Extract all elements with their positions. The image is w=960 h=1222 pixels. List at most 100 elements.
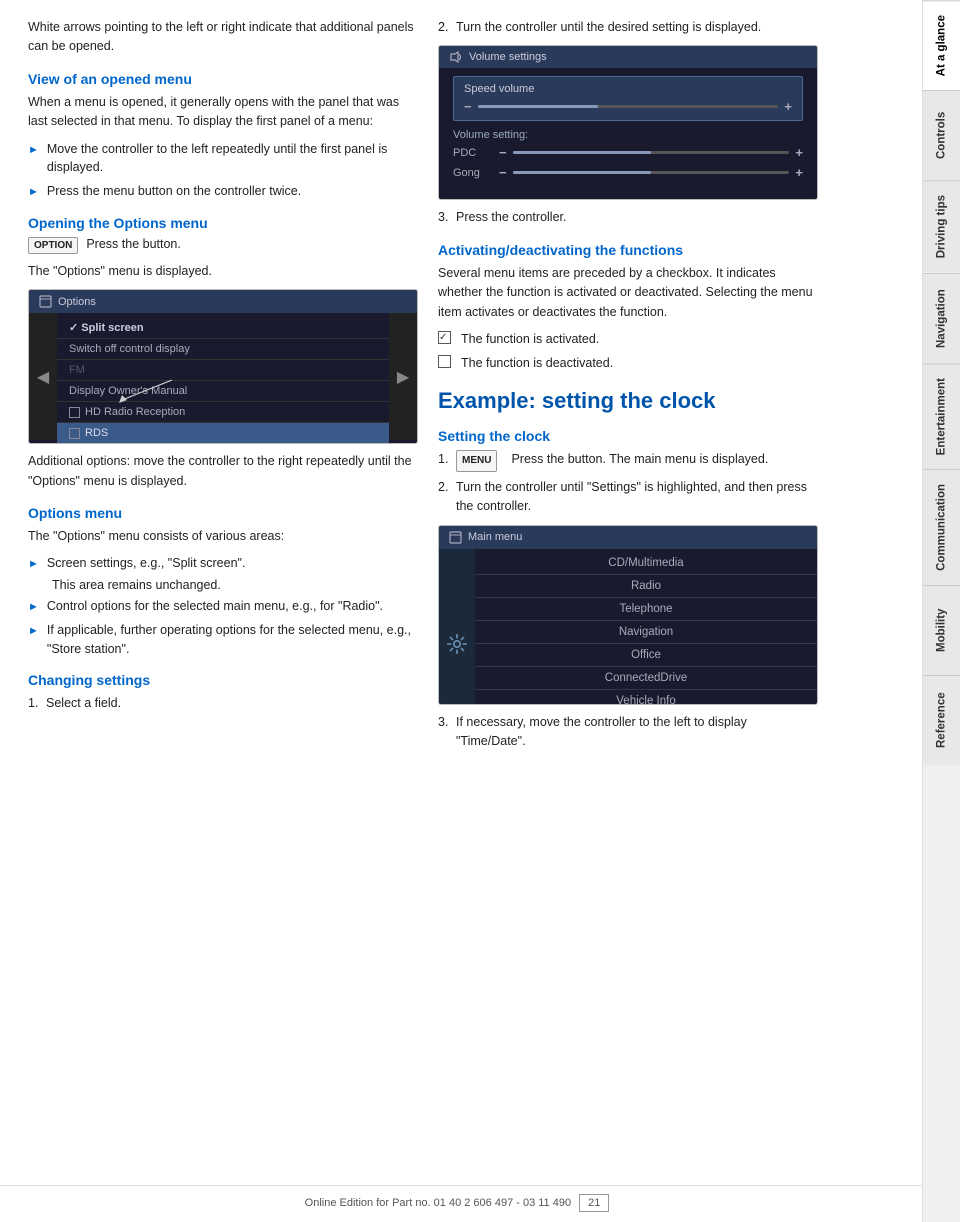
options-heading: Opening the Options menu xyxy=(28,215,418,231)
volume-setting-label: Volume setting: xyxy=(453,129,803,141)
options-menu-intro: The "Options" menu consists of various a… xyxy=(28,527,418,546)
options-title-text: Options xyxy=(58,296,96,308)
speed-volume-label: Speed volume xyxy=(464,83,792,95)
sidebar-tab-reference[interactable]: Reference xyxy=(923,675,960,765)
options-left-nav: ◀ xyxy=(29,313,57,440)
setting-heading: Setting the clock xyxy=(438,428,818,444)
sidebar-tab-mobility[interactable]: Mobility xyxy=(923,585,960,675)
footer-text: Online Edition for Part no. 01 40 2 606 … xyxy=(305,1197,571,1209)
options-bullet-1: ► Screen settings, e.g., "Split screen". xyxy=(28,554,418,573)
menu-item-cd: CD/Multimedia xyxy=(475,552,817,575)
menu-item-navigation: Navigation xyxy=(475,621,817,644)
setting-step3: 3. If necessary, move the controller to … xyxy=(438,713,818,752)
main-menu-title-bar: Main menu xyxy=(439,526,817,549)
main-menu-title-icon xyxy=(449,531,462,544)
example-heading: Example: setting the clock xyxy=(438,388,818,414)
volume-screen-image: Volume settings Speed volume − + Volu xyxy=(438,45,818,200)
left-column: White arrows pointing to the left or rig… xyxy=(28,18,418,1182)
options-item-hd: HD Radio Reception xyxy=(57,402,389,423)
pdc-track xyxy=(513,151,790,154)
slider-plus-icon: + xyxy=(784,99,792,114)
view-heading: View of an opened menu xyxy=(28,71,418,87)
main-menu-screen-image: Main menu CD/Multimedia Radio Telephone … xyxy=(438,525,818,705)
options-additional-text: Additional options: move the controller … xyxy=(28,452,418,491)
main-menu-title-text: Main menu xyxy=(468,531,522,543)
speed-volume-track xyxy=(478,105,779,108)
options-item-switch: Switch off control display xyxy=(57,339,389,360)
options-right-nav: ▶ xyxy=(389,313,417,440)
options-item-fm: FM xyxy=(57,360,389,381)
gong-label: Gong xyxy=(453,167,493,179)
speed-volume-section: Speed volume − + xyxy=(453,76,803,121)
bullet-arrow-icon: ► xyxy=(28,556,39,573)
rds-checkbox xyxy=(69,428,80,439)
right-column: 2. Turn the controller until the desired… xyxy=(438,18,818,1182)
sidebar-tab-driving-tips[interactable]: Driving tips xyxy=(923,180,960,272)
view-text: When a menu is opened, it generally open… xyxy=(28,93,418,132)
bullet-arrow-icon: ► xyxy=(28,184,39,201)
options-item-split: ✓ Split screen xyxy=(57,317,389,339)
options-item-rds: RDS xyxy=(57,423,389,444)
options-title-icon xyxy=(39,295,52,308)
bullet-arrow-icon: ► xyxy=(28,142,39,159)
gong-fill xyxy=(513,171,651,174)
activating-heading: Activating/deactivating the functions xyxy=(438,242,818,258)
gong-track xyxy=(513,171,790,174)
menu-item-connecteddrive: ConnectedDrive xyxy=(475,667,817,690)
options-bullet-3: ► If applicable, further operating optio… xyxy=(28,621,418,659)
changing-heading: Changing settings xyxy=(28,672,418,688)
page-number: 21 xyxy=(579,1194,609,1212)
sidebar-tab-entertainment[interactable]: Entertainment xyxy=(923,363,960,469)
sidebar: At a glance Controls Driving tips Naviga… xyxy=(922,0,960,1222)
setting-step2: 2. Turn the controller until "Settings" … xyxy=(438,478,818,517)
main-menu-content: CD/Multimedia Radio Telephone Navigation… xyxy=(439,549,817,705)
menu-item-vehicle-info: Vehicle Info xyxy=(475,690,817,705)
activating-text: Several menu items are preceded by a che… xyxy=(438,264,818,322)
bullet-arrow-icon: ► xyxy=(28,599,39,616)
main-menu-items-list: CD/Multimedia Radio Telephone Navigation… xyxy=(475,549,817,705)
options-sub-bullet: This area remains unchanged. xyxy=(28,578,418,592)
gong-plus: + xyxy=(795,165,803,180)
main-menu-left-nav xyxy=(439,549,475,705)
slider-minus-icon: − xyxy=(464,99,472,114)
view-bullet-1: ► Move the controller to the left repeat… xyxy=(28,140,418,178)
intro-text: White arrows pointing to the left or rig… xyxy=(28,18,418,57)
menu-button[interactable]: MENU xyxy=(456,450,497,472)
deactivated-row: The function is deactivated. xyxy=(438,354,818,373)
gong-minus: − xyxy=(499,165,507,180)
menu-item-office: Office xyxy=(475,644,817,667)
setting-step1: 1. MENU Press the button. The main menu … xyxy=(438,450,818,472)
options-screen-image: Options ◀ ✓ Split screen Switch off cont… xyxy=(28,289,418,444)
volume-title-text: Volume settings xyxy=(469,51,547,63)
view-bullet-2: ► Press the menu button on the controlle… xyxy=(28,182,418,201)
right-step2: 2. Turn the controller until the desired… xyxy=(438,18,818,37)
options-item-display: Display Owner's Manual xyxy=(57,381,389,402)
volume-content: Speed volume − + Volume setting: PDC − xyxy=(439,68,817,193)
volume-title-bar: Volume settings xyxy=(439,46,817,68)
menu-item-radio: Radio xyxy=(475,575,817,598)
gong-setting-row: Gong − + xyxy=(453,165,803,180)
sidebar-tab-communication[interactable]: Communication xyxy=(923,469,960,585)
hd-radio-checkbox xyxy=(69,407,80,418)
option-button[interactable]: OPTION xyxy=(28,237,78,254)
sidebar-tab-controls[interactable]: Controls xyxy=(923,90,960,180)
options-menu-heading: Options menu xyxy=(28,505,418,521)
sidebar-tab-at-a-glance[interactable]: At a glance xyxy=(923,0,960,90)
pdc-setting-row: PDC − + xyxy=(453,145,803,160)
bullet-arrow-icon: ► xyxy=(28,623,39,640)
checked-checkbox-icon xyxy=(438,331,451,344)
options-displayed-text: The "Options" menu is displayed. xyxy=(28,262,418,281)
right-step3: 3. Press the controller. xyxy=(438,208,818,227)
options-title-bar: Options xyxy=(29,290,417,313)
rds-pointer-line xyxy=(117,375,177,405)
page-footer: Online Edition for Part no. 01 40 2 606 … xyxy=(0,1185,922,1222)
pdc-label: PDC xyxy=(453,147,493,159)
gear-icon xyxy=(446,633,468,655)
volume-title-icon xyxy=(449,51,463,63)
activated-row: The function is activated. xyxy=(438,330,818,349)
sidebar-tab-navigation[interactable]: Navigation xyxy=(923,273,960,363)
pdc-minus: − xyxy=(499,145,507,160)
pdc-plus: + xyxy=(795,145,803,160)
unchecked-checkbox-icon xyxy=(438,355,451,368)
speed-volume-fill xyxy=(478,105,598,108)
